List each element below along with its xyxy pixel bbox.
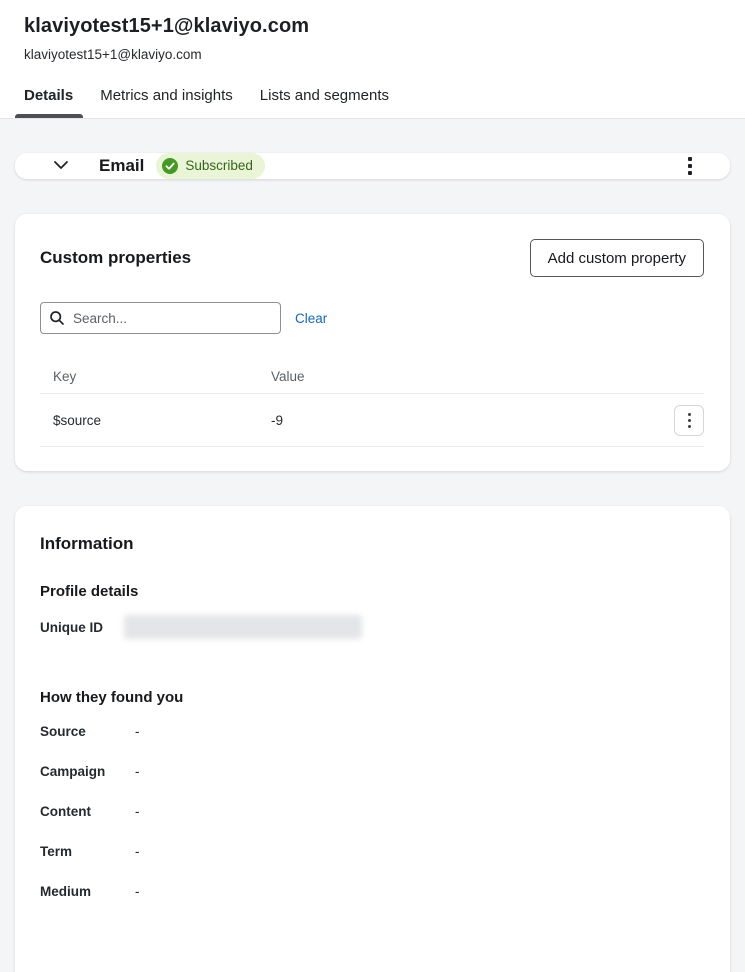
- attribution-label: Campaign: [40, 764, 135, 779]
- add-custom-property-button[interactable]: Add custom property: [530, 239, 704, 277]
- attribution-label: Source: [40, 724, 135, 739]
- search-input[interactable]: [40, 302, 281, 334]
- tab-lists-and-segments[interactable]: Lists and segments: [260, 87, 389, 118]
- attribution-row-term: Term -: [40, 844, 705, 884]
- kebab-menu-icon: [688, 413, 691, 416]
- profile-details-heading: Profile details: [40, 583, 705, 600]
- property-value: -9: [271, 413, 674, 428]
- custom-properties-header: Custom properties Add custom property: [40, 239, 704, 277]
- attribution-value: -: [135, 844, 140, 859]
- property-key: $source: [40, 413, 271, 428]
- column-header-value: Value: [271, 369, 704, 384]
- attribution-label: Medium: [40, 884, 135, 899]
- search-row: Clear: [40, 302, 704, 334]
- attribution-value: -: [135, 804, 140, 819]
- tab-bar: Details Metrics and insights Lists and s…: [24, 87, 721, 118]
- expand-collapse-button[interactable]: [50, 155, 72, 177]
- attribution-row-medium: Medium -: [40, 884, 705, 924]
- attribution-row-content: Content -: [40, 804, 705, 844]
- channel-menu-button[interactable]: [684, 153, 696, 179]
- attribution-list: Source - Campaign - Content - Term - Med…: [40, 724, 705, 924]
- property-menu-button[interactable]: [674, 405, 704, 436]
- attribution-value: -: [135, 764, 140, 779]
- check-circle-icon: [161, 157, 179, 175]
- page-header: klaviyotest15+1@klaviyo.com klaviyotest1…: [0, 0, 745, 119]
- information-title: Information: [40, 534, 705, 554]
- table-row: $source -9: [40, 394, 704, 447]
- kebab-menu-icon: [688, 157, 692, 161]
- tab-details[interactable]: Details: [24, 87, 73, 118]
- unique-id-label: Unique ID: [40, 620, 124, 635]
- column-header-key: Key: [40, 369, 271, 384]
- status-badge-label: Subscribed: [185, 158, 253, 174]
- channel-title: Email: [99, 156, 144, 176]
- custom-properties-title: Custom properties: [40, 248, 191, 268]
- how-they-found-you-heading: How they found you: [40, 689, 705, 706]
- redacted-unique-id-value: [124, 615, 362, 639]
- status-badge: Subscribed: [156, 153, 265, 179]
- table-header-row: Key Value: [40, 359, 704, 394]
- chevron-down-icon: [51, 155, 71, 178]
- search-box: [40, 302, 281, 334]
- attribution-row-campaign: Campaign -: [40, 764, 705, 804]
- unique-id-row: Unique ID: [40, 615, 705, 639]
- profile-page: klaviyotest15+1@klaviyo.com klaviyotest1…: [0, 0, 745, 972]
- email-channel-card: Email Subscribed: [15, 153, 730, 179]
- clear-search-link[interactable]: Clear: [295, 311, 327, 326]
- page-title: klaviyotest15+1@klaviyo.com: [24, 13, 721, 39]
- tab-metrics-and-insights[interactable]: Metrics and insights: [100, 87, 233, 118]
- custom-properties-card: Custom properties Add custom property Cl…: [15, 214, 730, 471]
- page-subtitle: klaviyotest15+1@klaviyo.com: [24, 46, 721, 63]
- attribution-value: -: [135, 724, 140, 739]
- custom-properties-table: Key Value $source -9: [40, 359, 704, 447]
- page-body: Email Subscribed Custom properties Add c…: [0, 119, 745, 972]
- attribution-label: Content: [40, 804, 135, 819]
- attribution-row-source: Source -: [40, 724, 705, 764]
- attribution-value: -: [135, 884, 140, 899]
- information-card: Information Profile details Unique ID Ho…: [15, 506, 730, 972]
- attribution-label: Term: [40, 844, 135, 859]
